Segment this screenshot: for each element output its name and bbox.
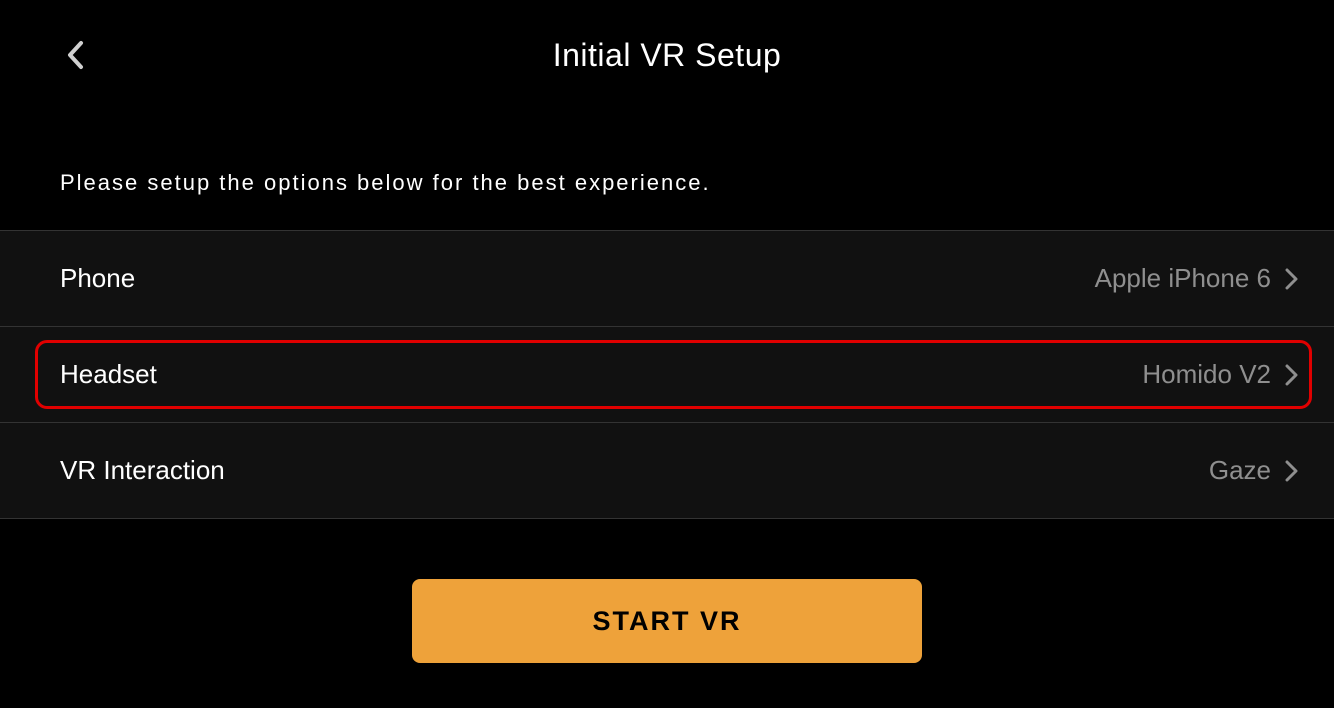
page-title: Initial VR Setup <box>553 37 782 74</box>
option-phone[interactable]: Phone Apple iPhone 6 <box>0 231 1334 327</box>
option-headset-right: Homido V2 <box>1142 359 1298 390</box>
option-headset[interactable]: Headset Homido V2 <box>0 327 1334 423</box>
option-interaction-label: VR Interaction <box>60 455 225 486</box>
option-phone-right: Apple iPhone 6 <box>1095 263 1298 294</box>
chevron-right-icon <box>1285 364 1298 386</box>
settings-list: Phone Apple iPhone 6 Headset Homido V2 V… <box>0 230 1334 519</box>
chevron-right-icon <box>1285 268 1298 290</box>
option-interaction[interactable]: VR Interaction Gaze <box>0 423 1334 519</box>
instruction-text: Please setup the options below for the b… <box>0 170 1334 230</box>
chevron-right-icon <box>1285 460 1298 482</box>
option-headset-label: Headset <box>60 359 157 390</box>
back-button[interactable] <box>60 35 90 75</box>
header: Initial VR Setup <box>0 0 1334 110</box>
start-vr-button[interactable]: START VR <box>412 579 922 663</box>
option-interaction-value: Gaze <box>1209 455 1271 486</box>
option-interaction-right: Gaze <box>1209 455 1298 486</box>
option-headset-value: Homido V2 <box>1142 359 1271 390</box>
button-container: START VR <box>0 579 1334 663</box>
option-phone-label: Phone <box>60 263 135 294</box>
option-phone-value: Apple iPhone 6 <box>1095 263 1271 294</box>
highlight-indicator <box>35 340 1312 409</box>
chevron-left-icon <box>66 40 84 70</box>
